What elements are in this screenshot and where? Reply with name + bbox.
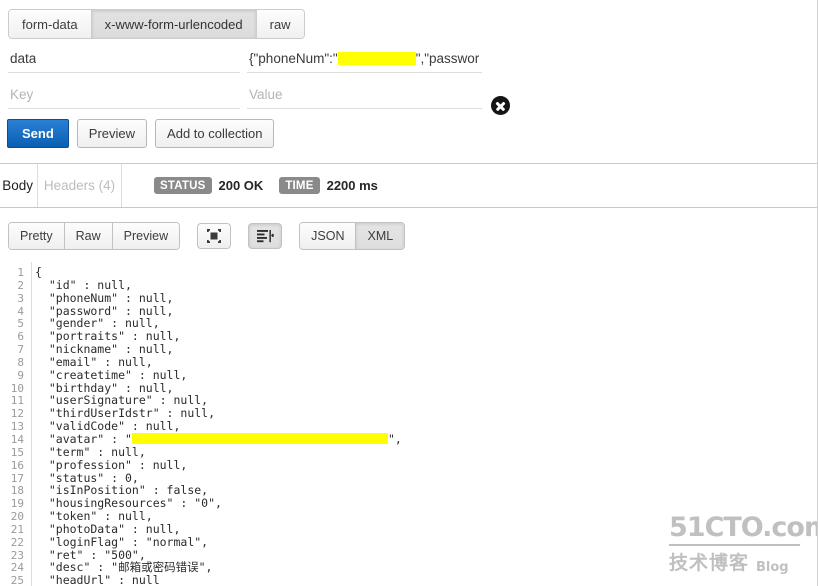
line-number: 22: [10, 535, 24, 549]
code-line: 16 "profession" : null,: [0, 457, 817, 472]
format-xml[interactable]: XML: [356, 223, 405, 249]
body-type-tabs: form-data x-www-form-urlencoded raw: [8, 9, 305, 39]
watermark-blog: Blog: [756, 560, 789, 575]
divider-bottom: [0, 207, 817, 208]
line-number: 16: [10, 458, 24, 472]
time-badge: TIME: [279, 177, 320, 194]
status-badge: STATUS: [154, 177, 212, 194]
body-type-tab-x-www-form-urlencoded[interactable]: x-www-form-urlencoded: [91, 10, 257, 38]
redacted-phone-number: [337, 51, 416, 65]
code-text: "loginFlag" : "normal",: [35, 534, 209, 549]
line-number: 1: [17, 266, 24, 279]
watermark-site: 51CTO.com: [669, 512, 818, 543]
code-text: "createtime" : null,: [35, 367, 188, 382]
param-value-prefix: {"phoneNum":": [249, 50, 338, 66]
body-type-tab-raw[interactable]: raw: [256, 10, 304, 38]
watermark: 51CTO.com 技术博客 Blog: [669, 512, 818, 575]
line-number: 15: [10, 445, 24, 459]
param-value-text: {"phoneNum":" ","passwor: [249, 51, 479, 66]
response-meta-bar: Body Headers (4) STATUS 200 OK TIME 2200…: [0, 164, 817, 207]
code-text: "headUrl" : null: [35, 573, 160, 586]
add-to-collection-button[interactable]: Add to collection: [155, 119, 275, 148]
tab-headers[interactable]: Headers (4): [38, 164, 122, 207]
param-key-value: data: [10, 50, 37, 66]
line-number: 2: [17, 278, 24, 292]
code-line: 15 "term" : null,: [0, 444, 817, 459]
code-text: "profession" : null,: [35, 457, 188, 472]
line-number: 3: [17, 291, 24, 305]
line-number: 25: [10, 574, 24, 586]
view-mode-group: Pretty Raw Preview: [8, 222, 181, 250]
param-value-suffix: ","passwor: [415, 50, 480, 66]
format-group: JSON XML: [299, 222, 406, 250]
code-text: "nickname" : null,: [35, 342, 174, 357]
line-number: 7: [17, 343, 24, 357]
redacted-avatar-value: [131, 432, 388, 444]
line-number: 21: [10, 522, 24, 536]
request-actions: Send Preview Add to collection: [7, 119, 275, 148]
send-button[interactable]: Send: [7, 119, 69, 148]
param-value-placeholder: Value: [249, 86, 283, 102]
param-key-input[interactable]: data: [8, 44, 240, 73]
code-line: 25 "headUrl" : null: [0, 573, 817, 586]
code-text: "phoneNum" : null,: [35, 290, 174, 305]
format-json[interactable]: JSON: [300, 223, 357, 249]
watermark-subtitle: 技术博客 Blog: [669, 548, 802, 575]
code-text: "photoData" : null,: [35, 521, 181, 536]
postman-window: form-data x-www-form-urlencoded raw data…: [0, 0, 818, 586]
view-mode-pretty[interactable]: Pretty: [9, 223, 65, 249]
line-number: 9: [17, 368, 24, 382]
watermark-cn: 技术博客: [669, 552, 750, 574]
param-value-input-empty[interactable]: Value: [247, 80, 482, 109]
tab-body[interactable]: Body: [0, 164, 38, 207]
line-wrap-icon[interactable]: [248, 223, 283, 249]
request-body-area: form-data x-www-form-urlencoded raw data…: [0, 0, 817, 163]
body-type-tab-form-data[interactable]: form-data: [9, 10, 92, 38]
param-key-placeholder: Key: [10, 86, 34, 102]
code-text: "avatar" : " ",: [35, 431, 402, 446]
code-text: {: [35, 265, 42, 279]
code-text: "id" : null,: [35, 277, 132, 292]
response-stats: STATUS 200 OK TIME 2200 ms: [154, 164, 387, 207]
param-value-input[interactable]: {"phoneNum":" ","passwor: [247, 44, 482, 73]
param-row: data {"phoneNum":" ","passwor: [0, 44, 817, 115]
code-text: "term" : null,: [35, 444, 146, 459]
code-line: 14 "avatar" : " ",: [0, 431, 817, 446]
code-text: "email" : null,: [35, 354, 153, 369]
code-text: "token" : null,: [35, 509, 153, 524]
view-mode-preview[interactable]: Preview: [112, 223, 180, 249]
line-number: 14: [10, 432, 24, 446]
param-row-empty: Key Value: [0, 80, 817, 110]
param-key-input-empty[interactable]: Key: [8, 80, 240, 109]
fullscreen-icon[interactable]: [197, 223, 232, 249]
view-mode-raw[interactable]: Raw: [64, 223, 113, 249]
code-line: 8 "email" : null,: [0, 354, 817, 369]
code-line: 7 "nickname" : null,: [0, 342, 817, 357]
code-line: 3 "phoneNum" : null,: [0, 290, 817, 305]
code-line: 2 "id" : null,: [0, 277, 817, 292]
code-text-after: ",: [387, 431, 402, 446]
time-value: 2200 ms: [326, 178, 378, 193]
line-number: 8: [17, 355, 24, 369]
status-value: 200 OK: [218, 178, 264, 193]
response-toolbar: Pretty Raw Preview JSON XML: [8, 222, 406, 250]
watermark-rule: [669, 544, 800, 546]
preview-button[interactable]: Preview: [76, 119, 148, 148]
code-line: 1{: [0, 265, 817, 279]
code-line: 9 "createtime" : null,: [0, 367, 817, 382]
line-number: 20: [10, 510, 24, 524]
